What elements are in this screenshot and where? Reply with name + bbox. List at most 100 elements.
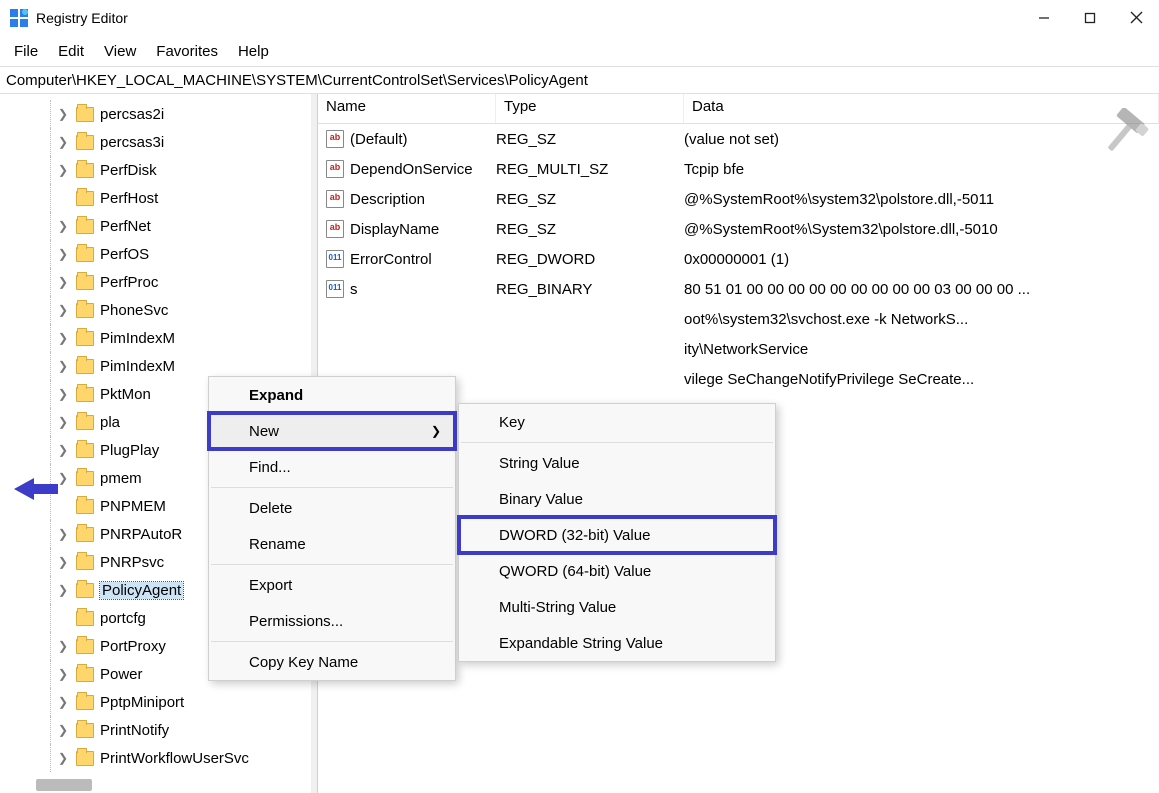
folder-icon: [76, 751, 94, 766]
ctx-new[interactable]: New ❯: [209, 413, 455, 449]
tree-node-pimindexm[interactable]: ❯PimIndexM: [4, 324, 317, 352]
chevron-right-icon[interactable]: ❯: [58, 695, 72, 709]
column-data[interactable]: Data: [684, 94, 1159, 123]
chevron-right-icon[interactable]: ❯: [58, 471, 72, 485]
tree-horizontal-scrollbar[interactable]: [36, 779, 92, 791]
column-name[interactable]: Name: [318, 94, 496, 123]
folder-icon: [76, 303, 94, 318]
list-row[interactable]: sREG_BINARY80 51 01 00 00 00 00 00 00 00…: [318, 274, 1159, 304]
tree-node-label: PimIndexM: [100, 358, 175, 375]
menu-help[interactable]: Help: [228, 39, 279, 64]
chevron-right-icon[interactable]: ❯: [58, 135, 72, 149]
tree-node-printworkflowusersvc[interactable]: ❯PrintWorkflowUserSvc: [4, 744, 317, 772]
tree-node-pptpminiport[interactable]: ❯PptpMiniport: [4, 688, 317, 716]
chevron-right-icon[interactable]: ❯: [58, 359, 72, 373]
tree-node-label: percsas2i: [100, 106, 164, 123]
chevron-right-icon[interactable]: ❯: [58, 275, 72, 289]
ctx-rename[interactable]: Rename: [209, 526, 455, 562]
tree-node-label: PNRPAutoR: [100, 526, 182, 543]
ctx-find[interactable]: Find...: [209, 449, 455, 485]
tree-node-printnotify[interactable]: ❯PrintNotify: [4, 716, 317, 744]
tree-node-label: PktMon: [100, 386, 151, 403]
folder-icon: [76, 471, 94, 486]
tree-node-label: Power: [100, 666, 143, 683]
chevron-right-icon[interactable]: ❯: [58, 639, 72, 653]
folder-icon: [76, 247, 94, 262]
value-name: ErrorControl: [350, 251, 496, 268]
tree-node-perfproc[interactable]: ❯PerfProc: [4, 268, 317, 296]
list-row[interactable]: oot%\system32\svchost.exe -k NetworkS...: [318, 304, 1159, 334]
submenu-arrow-icon: ❯: [431, 424, 441, 438]
chevron-right-icon[interactable]: ❯: [58, 247, 72, 261]
chevron-right-icon[interactable]: ❯: [58, 387, 72, 401]
app-icon: [10, 9, 28, 27]
tree-node-label: PerfNet: [100, 218, 151, 235]
chevron-right-icon[interactable]: ❯: [58, 107, 72, 121]
menu-edit[interactable]: Edit: [48, 39, 94, 64]
registry-value-icon: [326, 280, 344, 298]
tree-node-phonesvc[interactable]: ❯PhoneSvc: [4, 296, 317, 324]
tree-node-label: PerfDisk: [100, 162, 157, 179]
list-row[interactable]: DisplayNameREG_SZ@%SystemRoot%\System32\…: [318, 214, 1159, 244]
list-row[interactable]: DescriptionREG_SZ@%SystemRoot%\system32\…: [318, 184, 1159, 214]
value-name: (Default): [350, 131, 496, 148]
list-row[interactable]: ErrorControlREG_DWORD0x00000001 (1): [318, 244, 1159, 274]
value-data: oot%\system32\svchost.exe -k NetworkS...: [684, 311, 1159, 328]
chevron-right-icon[interactable]: ❯: [58, 723, 72, 737]
list-header: Name Type Data: [318, 94, 1159, 124]
ctx-new-string[interactable]: String Value: [459, 445, 775, 481]
chevron-right-icon[interactable]: ❯: [58, 527, 72, 541]
menu-file[interactable]: File: [4, 39, 48, 64]
chevron-right-icon[interactable]: ❯: [58, 415, 72, 429]
chevron-right-icon[interactable]: ❯: [58, 163, 72, 177]
chevron-right-icon[interactable]: ❯: [58, 443, 72, 457]
tree-node-perfdisk[interactable]: ❯ PerfDisk: [4, 156, 317, 184]
chevron-right-icon[interactable]: ❯: [58, 331, 72, 345]
folder-icon: [76, 219, 94, 234]
tree-node-perfnet[interactable]: ❯ PerfNet: [4, 212, 317, 240]
tree-node-percsas2i[interactable]: ❯ percsas2i: [4, 100, 317, 128]
ctx-new-qword[interactable]: QWORD (64-bit) Value: [459, 553, 775, 589]
ctx-expand[interactable]: Expand: [209, 377, 455, 413]
close-button[interactable]: [1113, 0, 1159, 36]
list-row[interactable]: ity\NetworkService: [318, 334, 1159, 364]
folder-icon: [76, 191, 94, 206]
chevron-right-icon[interactable]: ❯: [58, 303, 72, 317]
menu-view[interactable]: View: [94, 39, 146, 64]
folder-icon: [76, 275, 94, 290]
tree-node-label: PNPMEM: [100, 498, 166, 515]
chevron-right-icon[interactable]: ❯: [58, 555, 72, 569]
ctx-permissions[interactable]: Permissions...: [209, 603, 455, 639]
tree-node-perfhost[interactable]: PerfHost: [4, 184, 317, 212]
ctx-new-binary[interactable]: Binary Value: [459, 481, 775, 517]
minimize-button[interactable]: [1021, 0, 1067, 36]
ctx-new-expandable[interactable]: Expandable String Value: [459, 625, 775, 661]
ctx-new-multi[interactable]: Multi-String Value: [459, 589, 775, 625]
tree-node-label: PlugPlay: [100, 442, 159, 459]
ctx-new-key[interactable]: Key: [459, 404, 775, 440]
column-type[interactable]: Type: [496, 94, 684, 123]
folder-icon: [76, 555, 94, 570]
address-bar[interactable]: Computer\HKEY_LOCAL_MACHINE\SYSTEM\Curre…: [0, 66, 1159, 94]
menu-favorites[interactable]: Favorites: [146, 39, 228, 64]
maximize-button[interactable]: [1067, 0, 1113, 36]
value-data: vilege SeChangeNotifyPrivilege SeCreate.…: [684, 371, 1159, 388]
value-data: @%SystemRoot%\system32\polstore.dll,-501…: [684, 191, 1159, 208]
watermark-hammer-icon: [1095, 108, 1149, 162]
chevron-right-icon[interactable]: ❯: [58, 219, 72, 233]
chevron-right-icon[interactable]: ❯: [58, 667, 72, 681]
chevron-right-icon[interactable]: ❯: [58, 583, 72, 597]
ctx-new-dword[interactable]: DWORD (32-bit) Value: [459, 517, 775, 553]
chevron-right-icon[interactable]: ❯: [58, 751, 72, 765]
ctx-delete[interactable]: Delete: [209, 490, 455, 526]
tree-node-perfos[interactable]: ❯ PerfOS: [4, 240, 317, 268]
value-type: REG_SZ: [496, 221, 684, 238]
tree-node-percsas3i[interactable]: ❯percsas3i: [4, 128, 317, 156]
ctx-new-label: New: [249, 423, 279, 440]
ctx-export[interactable]: Export: [209, 567, 455, 603]
list-row[interactable]: (Default)REG_SZ(value not set): [318, 124, 1159, 154]
tree-node-label: PerfOS: [100, 246, 149, 263]
ctx-copy-key-name[interactable]: Copy Key Name: [209, 644, 455, 680]
value-type: REG_MULTI_SZ: [496, 161, 684, 178]
list-row[interactable]: DependOnServiceREG_MULTI_SZTcpip bfe: [318, 154, 1159, 184]
